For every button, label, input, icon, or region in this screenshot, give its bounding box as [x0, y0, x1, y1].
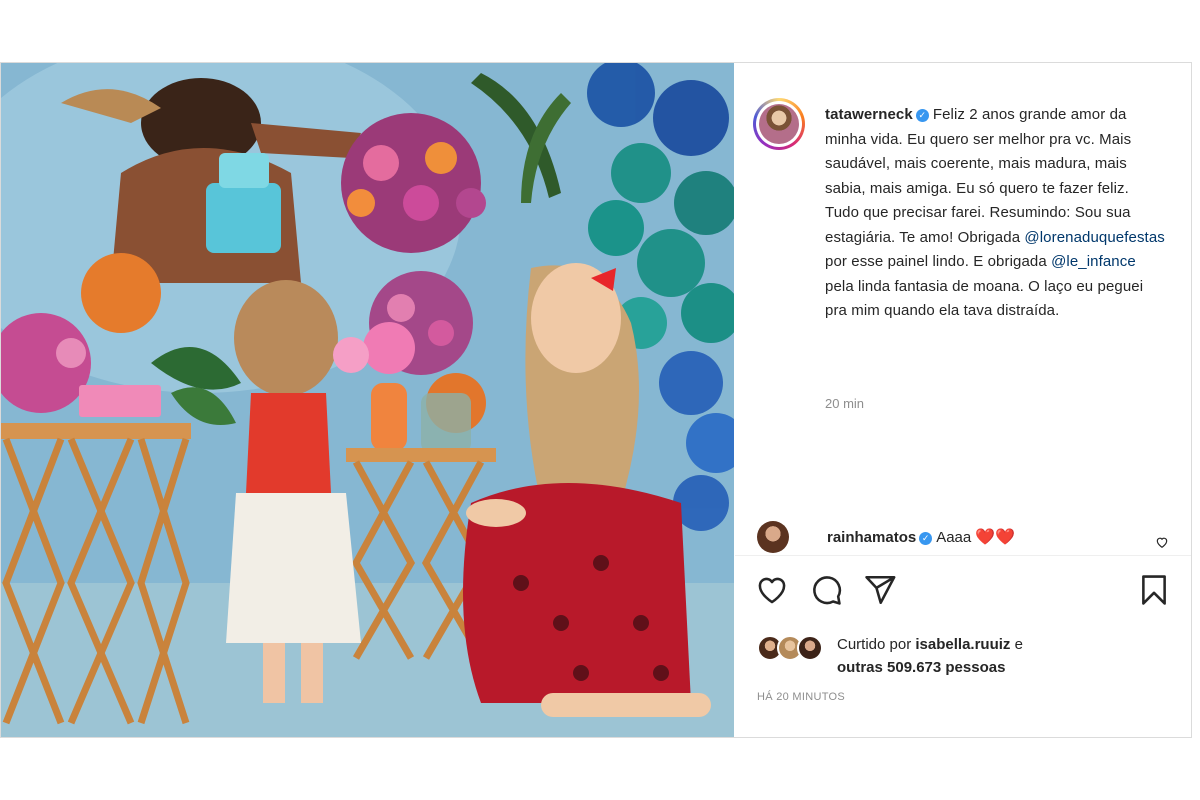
author-username[interactable]: tatawerneck: [825, 106, 913, 123]
likes-prefix: Curtido por: [837, 636, 912, 653]
post-photo[interactable]: [1, 63, 734, 737]
commenter-verified-icon: ✓: [919, 532, 933, 545]
post-timestamp[interactable]: HÁ 20 MINUTOS: [757, 691, 845, 703]
bookmark-icon[interactable]: [1137, 573, 1171, 607]
likes-conj: e: [1014, 636, 1023, 653]
commenter-username[interactable]: rainhamatos: [827, 529, 916, 546]
author-avatar[interactable]: [753, 98, 805, 150]
comment-emoji: ❤️❤️: [975, 529, 1016, 546]
post-side-panel: tatawerneck ✓ Feliz 2 anos grande amor da …: [735, 63, 1191, 737]
verified-badge-icon: ✓: [915, 109, 929, 122]
action-bar: [755, 573, 1175, 609]
comment-text: rainhamatos ✓ Aaaa ❤️❤️: [827, 527, 1015, 547]
comment-bubble-icon[interactable]: [809, 573, 843, 607]
comment-like-heart-icon[interactable]: [1155, 535, 1169, 549]
liker-username[interactable]: isabella.ruuiz: [915, 636, 1010, 653]
party-scene-illustration: [1, 63, 734, 737]
caption-text-3: pela linda fantasia de moana. O laço eu …: [825, 277, 1144, 320]
paper-plane-icon[interactable]: [863, 573, 897, 607]
divider: [735, 555, 1191, 556]
heart-outline-icon[interactable]: [755, 573, 789, 607]
caption-mention-2[interactable]: @le_infance: [1051, 253, 1136, 270]
post-caption: tatawerneck ✓ Feliz 2 anos grande amor da …: [825, 103, 1165, 324]
instagram-post: tatawerneck ✓ Feliz 2 anos grande amor da …: [0, 62, 1192, 738]
caption-text-2: por esse painel lindo. E obrigada: [825, 253, 1052, 270]
caption-time: 20 min: [825, 396, 865, 411]
comment-body: Aaaa: [936, 529, 972, 546]
likes-row: Curtido por isabella.ruuiz e outras 509.…: [757, 631, 1177, 676]
comment-row: rainhamatos ✓ Aaaa ❤️❤️: [753, 521, 1173, 553]
likes-others[interactable]: outras 509.673 pessoas: [837, 659, 1005, 676]
likes-text: Curtido por isabella.ruuiz e outras 509.…: [837, 633, 1023, 679]
caption-mention-1[interactable]: @lorenaduquefestas: [1024, 229, 1164, 246]
caption-text-1: Feliz 2 anos grande amor da minha vida. …: [825, 106, 1132, 246]
commenter-avatar[interactable]: [757, 521, 789, 553]
liker-avatar-3[interactable]: [797, 635, 823, 661]
